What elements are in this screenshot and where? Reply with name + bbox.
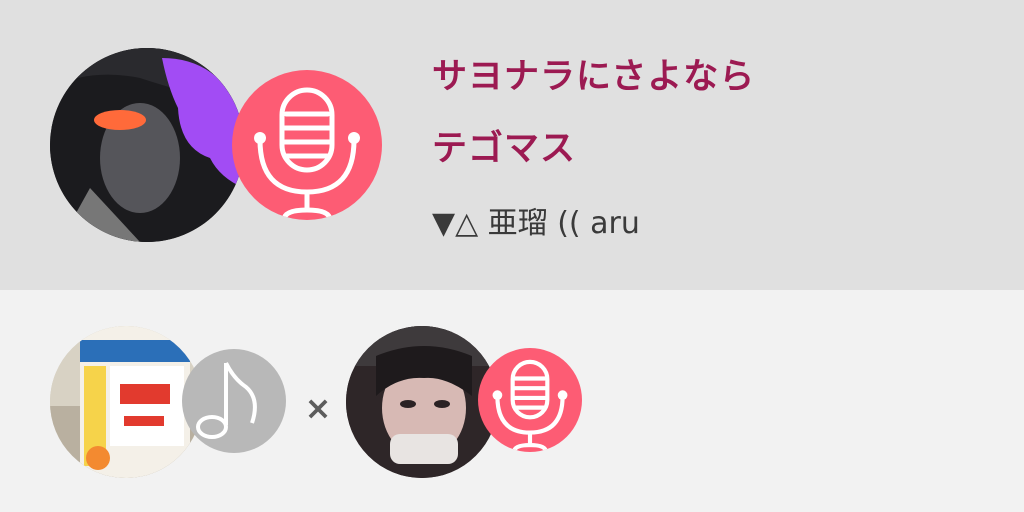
artist-name[interactable]: テゴマス — [432, 120, 576, 171]
microphone-badge-small — [478, 348, 582, 452]
song-header: サヨナラにさよなら テゴマス ▼△ 亜瑠 (( aru — [0, 0, 1024, 290]
microphone-icon — [254, 87, 360, 220]
microphone-icon — [492, 359, 568, 452]
collab-separator: × — [304, 389, 332, 427]
song-title[interactable]: サヨナラにさよなら — [432, 48, 755, 99]
microphone-badge — [232, 70, 382, 220]
singer-name[interactable]: ▼△ 亜瑠 (( aru — [432, 198, 640, 242]
music-note-badge — [182, 349, 286, 453]
collab-user-avatar-2[interactable] — [346, 326, 498, 478]
music-note-icon — [196, 362, 257, 439]
singer-avatar[interactable] — [50, 48, 244, 242]
collab-user-avatar-1[interactable] — [50, 326, 202, 478]
